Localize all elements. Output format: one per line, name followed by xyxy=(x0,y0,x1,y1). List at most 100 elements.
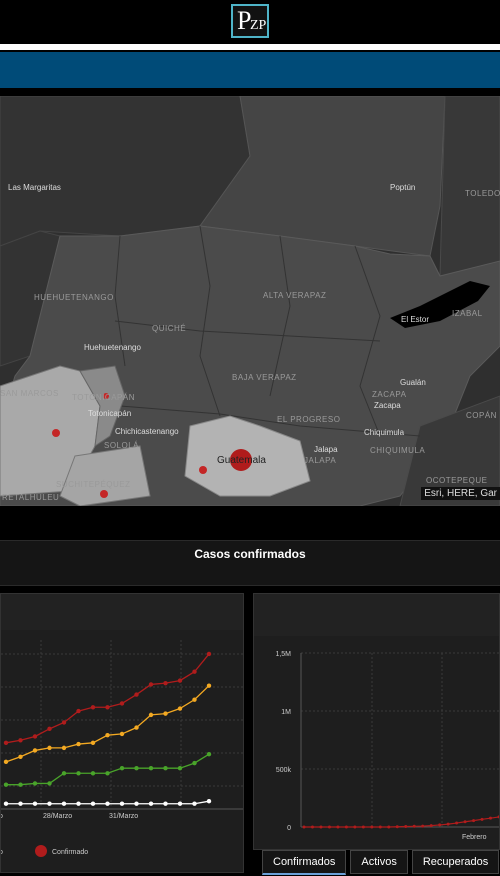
sacatepequez-marker[interactable] xyxy=(199,466,207,474)
series-point xyxy=(32,801,38,806)
series-point xyxy=(192,669,197,674)
series-point xyxy=(177,765,183,771)
series-point xyxy=(3,801,9,806)
series-point xyxy=(163,680,168,686)
series-point xyxy=(395,825,399,829)
series-point xyxy=(47,726,52,732)
series-line xyxy=(5,653,210,744)
series-point xyxy=(32,748,38,753)
y-tick-label: 1,5M xyxy=(275,651,291,658)
map-label: SUCHITEPÉQUEZ xyxy=(56,480,131,489)
series-point xyxy=(489,816,493,820)
blue-banner xyxy=(0,52,500,88)
series-point xyxy=(3,740,9,746)
series-point xyxy=(18,782,23,787)
series-point xyxy=(336,825,340,829)
series-point xyxy=(192,697,197,702)
logo-small-letters: ZP xyxy=(250,18,267,33)
tab-confirmados[interactable]: Confirmados xyxy=(262,850,347,875)
series-point xyxy=(163,765,168,771)
map-label: Poptún xyxy=(390,183,415,192)
map-label: Las Margaritas xyxy=(8,183,61,192)
line-chart-right-canvas[interactable]: 1,5M 1M 500k 0 Febrero xyxy=(254,594,499,849)
series-point xyxy=(148,682,154,687)
series-point xyxy=(310,825,314,829)
legend-label: o xyxy=(1,849,3,856)
map-label: Totonicapán xyxy=(88,409,131,418)
series-point xyxy=(387,825,391,829)
series-point xyxy=(148,801,154,806)
map-label: Zacapa xyxy=(374,401,401,410)
legend-label: Confirmado xyxy=(52,849,88,856)
line-chart-left-canvas[interactable]: o 28/Marzo 31/Marzo o Confirmado xyxy=(1,594,243,872)
series-point xyxy=(105,801,110,806)
series-point xyxy=(163,711,168,716)
series-point xyxy=(76,741,81,747)
panel-title: Casos confirmados xyxy=(194,547,306,561)
series-point xyxy=(90,771,96,776)
series-point xyxy=(3,782,9,787)
map-label: IZABAL xyxy=(452,309,483,318)
line-chart-left[interactable]: o 28/Marzo 31/Marzo o Confirmado xyxy=(0,593,244,873)
series-point xyxy=(438,823,442,827)
map-label: EL PROGRESO xyxy=(277,415,340,424)
series-point xyxy=(455,821,459,825)
series-point xyxy=(302,825,306,829)
series-point xyxy=(119,801,125,806)
series-point xyxy=(61,720,67,725)
series-point xyxy=(206,798,212,804)
series-point xyxy=(177,801,183,806)
series-point xyxy=(61,745,67,751)
series-point xyxy=(177,706,183,711)
series-point xyxy=(192,760,197,766)
series-point xyxy=(480,817,484,821)
series-point xyxy=(412,824,416,828)
series-point xyxy=(353,825,357,829)
series-point xyxy=(47,745,52,751)
belize-region xyxy=(439,96,500,277)
series-point xyxy=(134,765,139,771)
tab-recuperados[interactable]: Recuperados xyxy=(411,850,500,874)
retalhuleu-marker[interactable] xyxy=(100,490,108,498)
map-label: COPÁN xyxy=(466,411,497,420)
map-label: SOLOLÁ xyxy=(104,441,139,450)
series-point xyxy=(76,708,81,714)
series-point xyxy=(105,771,110,776)
map[interactable]: Las Margaritas Poptún TOLEDO HUEHUETENAN… xyxy=(0,96,500,506)
series-point xyxy=(177,678,183,683)
series-point xyxy=(361,825,365,829)
map-label: TOLEDO xyxy=(465,189,500,198)
map-label: El Estor xyxy=(401,315,429,324)
x-tick-label: Febrero xyxy=(462,834,487,841)
series-point xyxy=(18,738,23,743)
series-point xyxy=(148,765,154,771)
tab-activos[interactable]: Activos xyxy=(350,850,408,874)
series-point xyxy=(327,825,331,829)
map-canvas[interactable]: Las Margaritas Poptún TOLEDO HUEHUETENAN… xyxy=(0,96,500,506)
quetzaltenango-marker[interactable] xyxy=(52,429,60,437)
panel-header: Casos confirmados xyxy=(0,540,500,586)
y-tick-label: 0 xyxy=(287,825,291,832)
series-point xyxy=(472,819,476,823)
x-tick-label: 28/Marzo xyxy=(43,813,72,820)
line-chart-right[interactable]: 1,5M 1M 500k 0 Febrero xyxy=(253,593,500,850)
series-point xyxy=(206,683,212,688)
series-point xyxy=(463,820,467,824)
series-point xyxy=(497,815,499,819)
map-label: CHIQUIMULA xyxy=(370,446,425,455)
series-point xyxy=(446,822,450,826)
map-label: BAJA VERAPAZ xyxy=(232,373,297,382)
series-point xyxy=(148,712,154,718)
map-attribution[interactable]: Esri, HERE, Gar xyxy=(421,487,500,500)
logo[interactable]: P ZP xyxy=(231,4,269,38)
series-point xyxy=(119,701,125,706)
tab-bar: Confirmados Activos Recuperados xyxy=(262,850,500,876)
series-point xyxy=(105,732,110,738)
series-point xyxy=(47,801,52,806)
series-point xyxy=(319,825,323,829)
map-label: ZACAPA xyxy=(372,390,407,399)
map-label: ALTA VERAPAZ xyxy=(263,291,326,300)
white-divider xyxy=(0,44,500,50)
series-point xyxy=(134,692,139,697)
series-point xyxy=(378,825,382,829)
